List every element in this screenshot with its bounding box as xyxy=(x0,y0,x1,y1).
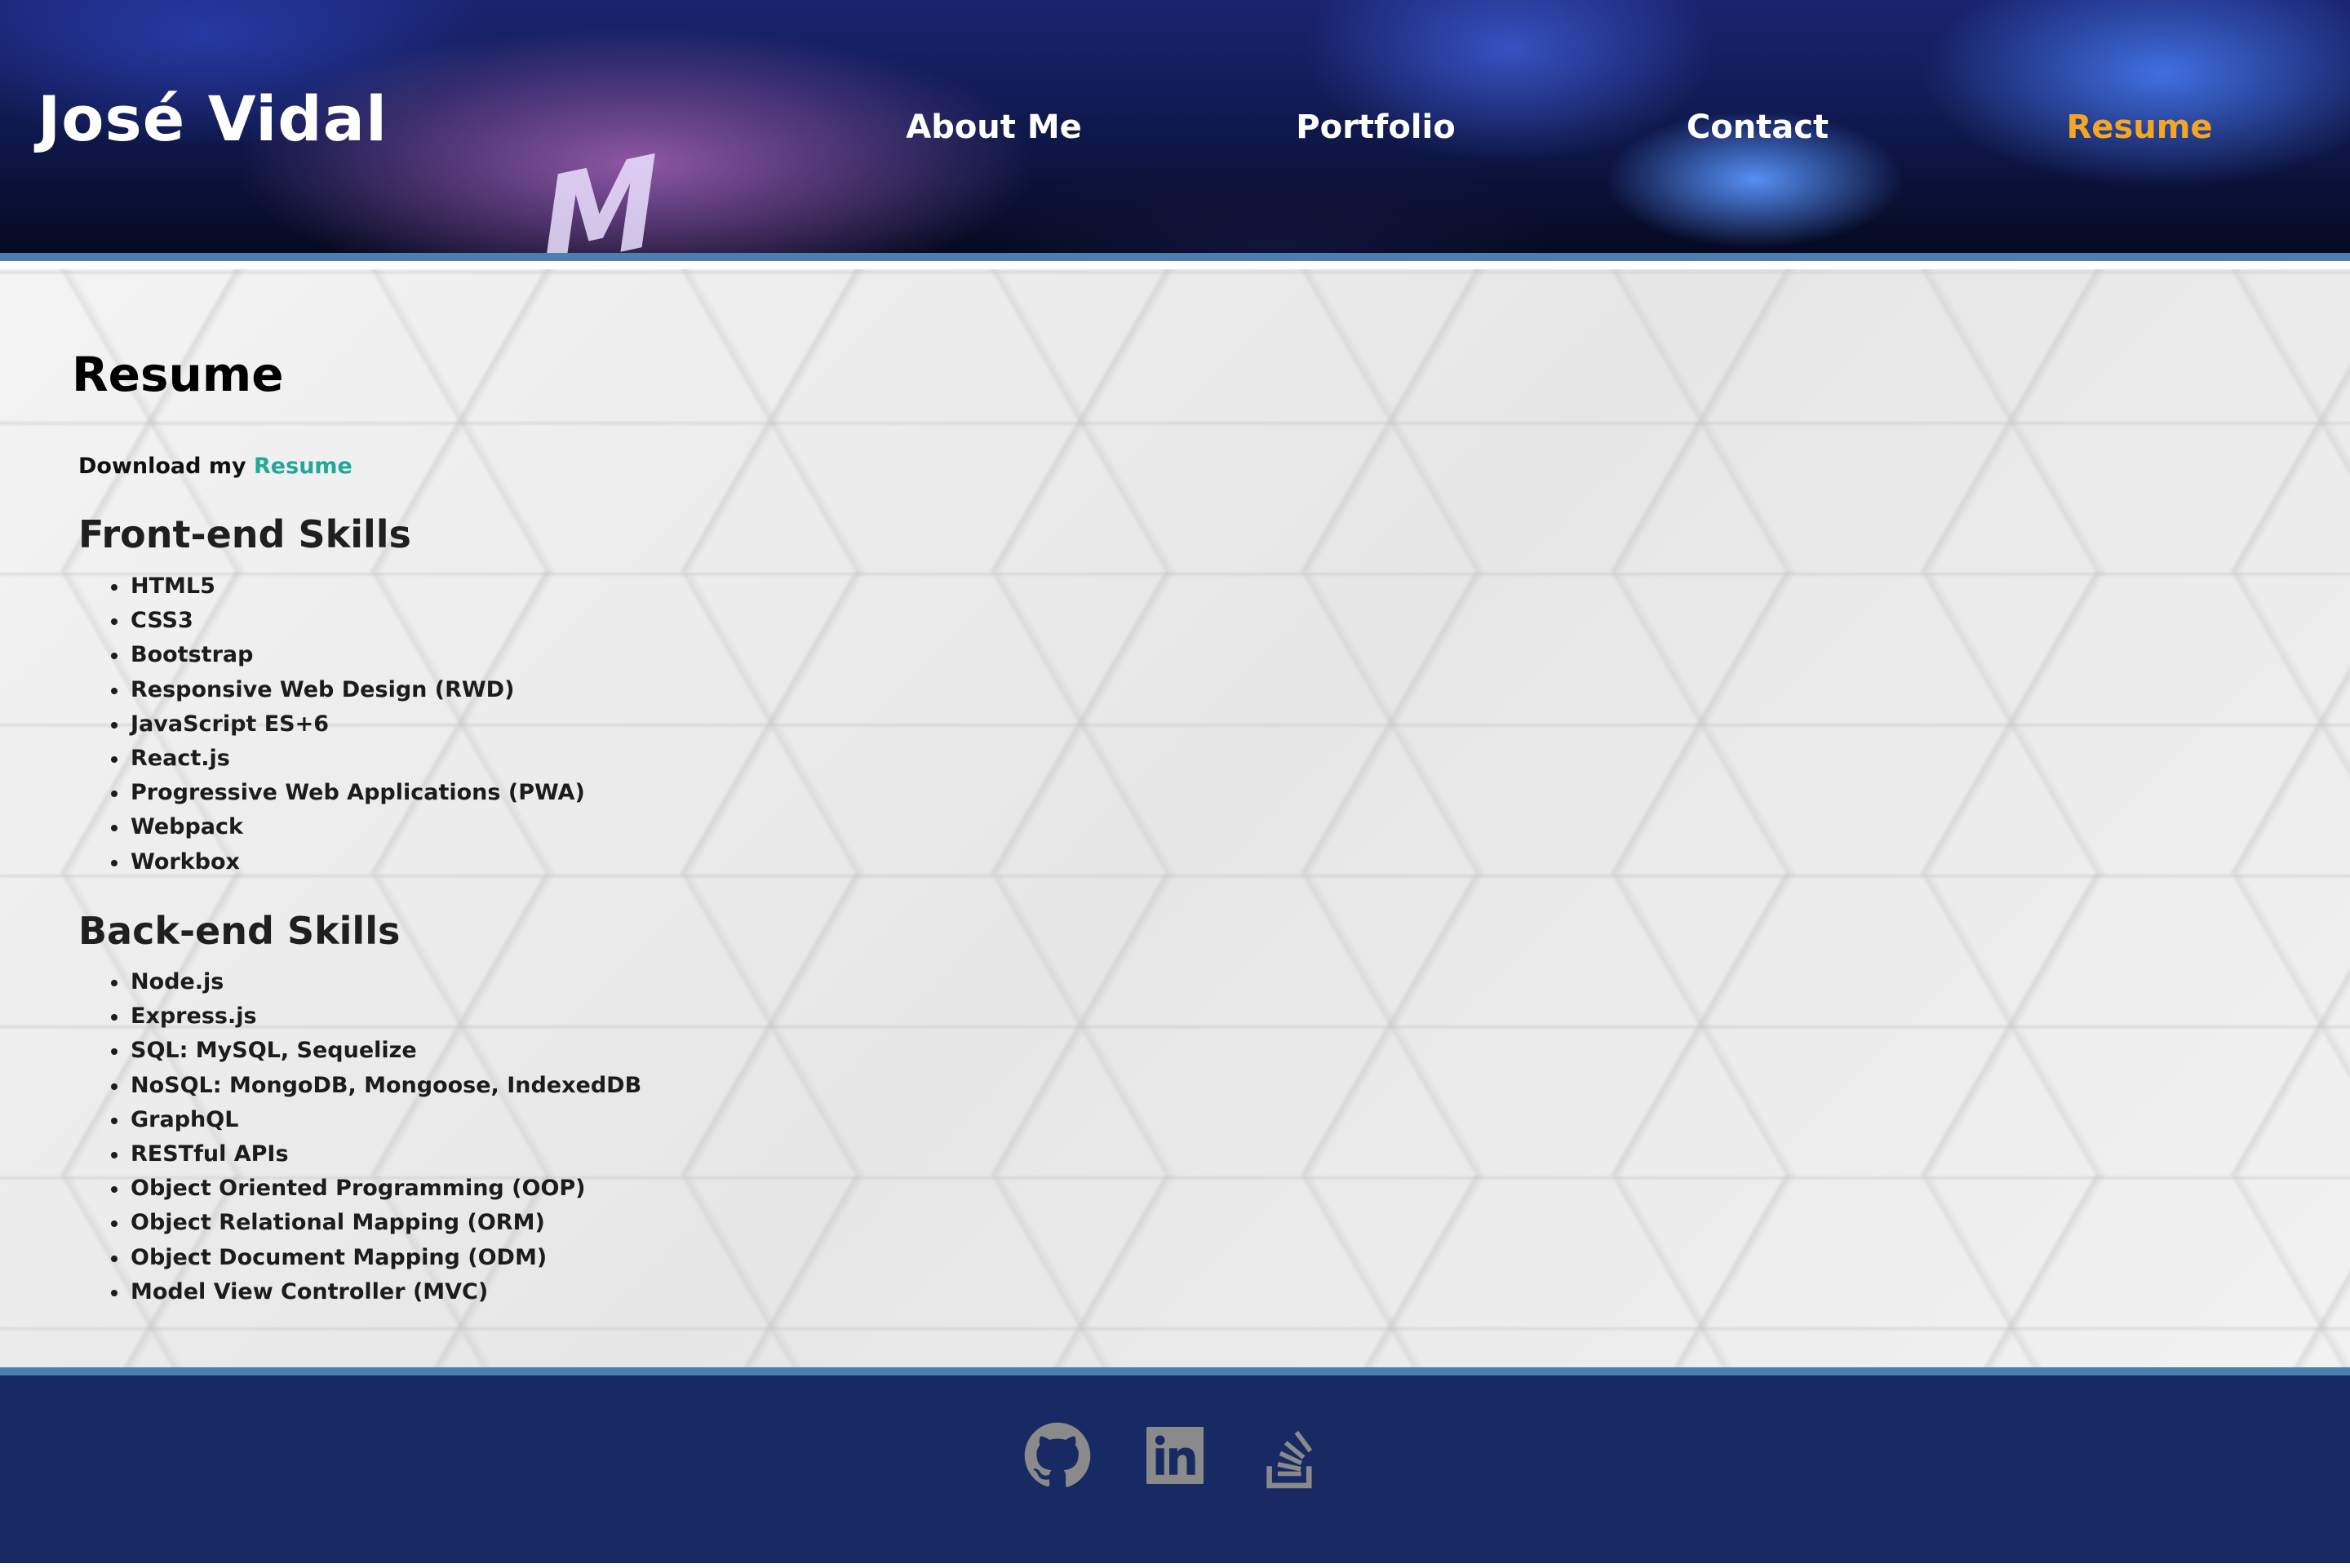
skill-item: SQL: MySQL, Sequelize xyxy=(73,1034,641,1068)
linkedin-link[interactable] xyxy=(1141,1421,1209,1490)
site-brand[interactable]: José Vidal xyxy=(38,88,388,150)
nav-contact[interactable]: Contact xyxy=(1687,111,1829,144)
resume-section: Resume Download my Resume Front-end Skil… xyxy=(0,269,2350,1375)
stackoverflow-icon xyxy=(1266,1430,1313,1489)
skill-item: React.js xyxy=(73,742,585,776)
skill-item: Workbox xyxy=(73,845,585,879)
skill-item: Progressive Web Applications (PWA) xyxy=(73,776,585,810)
page-title: Resume xyxy=(72,347,284,402)
nav-portfolio[interactable]: Portfolio xyxy=(1296,111,1455,144)
page-bottom-border xyxy=(0,1563,2350,1568)
frontend-skills-title: Front-end Skills xyxy=(78,512,411,556)
backend-skills-list: Node.js Express.js SQL: MySQL, Sequelize No… xyxy=(73,965,641,1309)
backend-skills-title: Back-end Skills xyxy=(78,909,401,953)
github-link[interactable] xyxy=(1023,1421,1092,1490)
skill-item: RESTful APIs xyxy=(73,1137,641,1172)
skill-item: GraphQL xyxy=(73,1103,641,1137)
linkedin-icon xyxy=(1146,1427,1204,1484)
frontend-skills-list: HTML5 CSS3 Bootstrap Responsive Web Design … xyxy=(73,569,585,879)
nav-about-me[interactable]: About Me xyxy=(906,111,1082,144)
download-line: Download my Resume xyxy=(78,455,352,477)
skill-item: Responsive Web Design (RWD) xyxy=(73,673,585,707)
skill-item: Model View Controller (MVC) xyxy=(73,1275,641,1309)
skill-item: NoSQL: MongoDB, Mongoose, IndexedDB xyxy=(73,1069,641,1103)
skill-item: Node.js xyxy=(73,965,641,999)
header-background-key: M xyxy=(529,126,670,261)
stackoverflow-link[interactable] xyxy=(1257,1421,1325,1490)
github-icon xyxy=(1024,1422,1091,1487)
skill-item: JavaScript ES+6 xyxy=(73,707,585,742)
skill-item: Bootstrap xyxy=(73,638,585,672)
resume-download-link[interactable]: Resume xyxy=(254,454,352,479)
download-prefix: Download my xyxy=(78,454,255,479)
skill-item: Webpack xyxy=(73,810,585,844)
skill-item: Object Oriented Programming (OOP) xyxy=(73,1172,641,1206)
skill-item: Express.js xyxy=(73,999,641,1034)
skill-item: CSS3 xyxy=(73,604,585,638)
site-footer xyxy=(0,1375,2350,1568)
skill-item: Object Document Mapping (ODM) xyxy=(73,1241,641,1275)
skill-item: HTML5 xyxy=(73,569,585,604)
nav-resume[interactable]: Resume xyxy=(2066,111,2212,144)
site-header: M José Vidal About Me Portfolio Contact … xyxy=(0,0,2350,261)
skill-item: Object Relational Mapping (ORM) xyxy=(73,1206,641,1240)
